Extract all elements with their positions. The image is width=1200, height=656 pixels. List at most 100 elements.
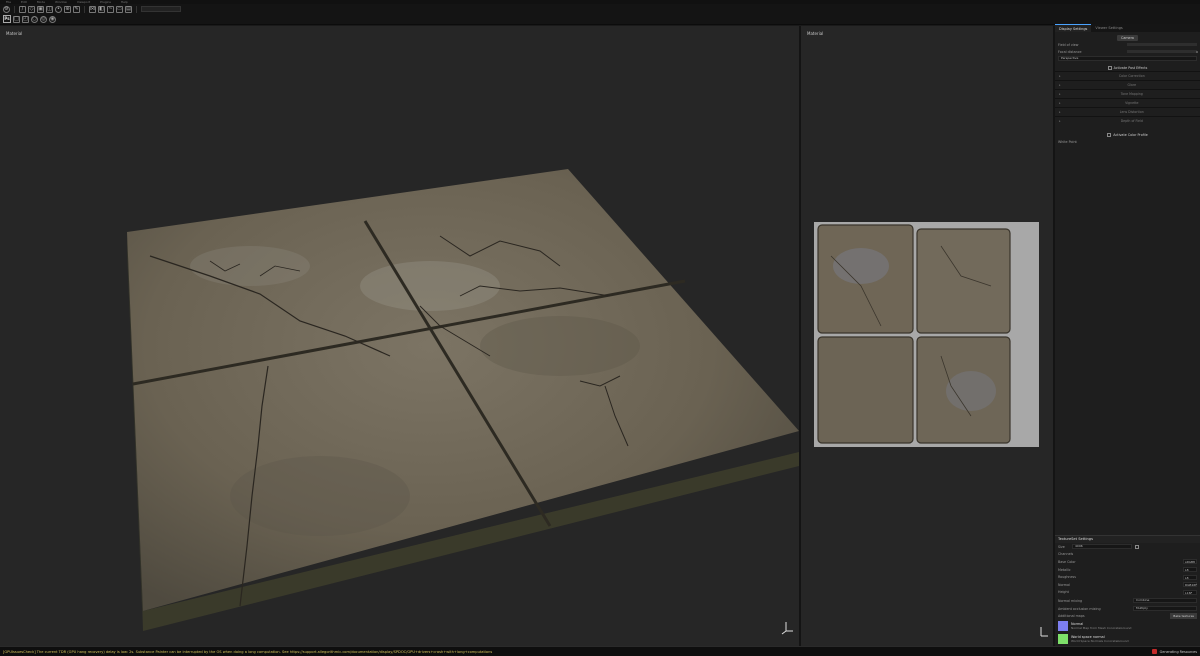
size-link-icon[interactable] bbox=[1135, 544, 1139, 549]
focal-distance-slider[interactable] bbox=[1127, 50, 1197, 53]
expand-arrow-icon: ▸ bbox=[1059, 101, 1061, 105]
field-of-view-row: Field of view bbox=[1055, 41, 1200, 48]
solo-icon[interactable]: □ bbox=[13, 15, 20, 23]
projection-icon[interactable]: ▣ bbox=[37, 5, 44, 13]
brush-size-field[interactable] bbox=[141, 6, 181, 12]
viewport-2d[interactable]: Material bbox=[801, 26, 1053, 646]
channel-format-select[interactable]: RGB16F bbox=[1183, 582, 1197, 588]
status-bar: [GPUIssuesCheck] The current TDR (GPU ha… bbox=[0, 646, 1200, 656]
color-profile-checkbox[interactable] bbox=[1107, 132, 1112, 137]
ao-mixing-label: Ambient occlusion mixing bbox=[1058, 606, 1101, 611]
channel-row: Height L16F bbox=[1055, 589, 1200, 597]
map-item-world-space-normal[interactable]: World space normal World Space Normals C… bbox=[1055, 633, 1200, 645]
world-normal-map-swatch bbox=[1058, 633, 1068, 644]
render-icon[interactable]: ◉ bbox=[49, 15, 56, 23]
channel-row: Metallic L8 bbox=[1055, 566, 1200, 574]
normal-mixing-row: Normal mixing Combine bbox=[1055, 597, 1200, 605]
section-color-correction[interactable]: ▸ Color Correction bbox=[1055, 71, 1200, 80]
additional-maps-row: Additional maps Bake textures bbox=[1055, 612, 1200, 620]
post-effects-row: Activate Post Effects bbox=[1055, 64, 1200, 71]
expand-arrow-icon: ▸ bbox=[1059, 110, 1061, 114]
expand-arrow-icon: ▸ bbox=[1059, 119, 1061, 123]
material-mode-icon[interactable]: ◰ bbox=[22, 15, 29, 23]
channel-row: Normal RGB16F bbox=[1058, 582, 1198, 588]
expand-arrow-icon: ▸ bbox=[1059, 92, 1061, 96]
channel-row: Base Color sRGB8 bbox=[1055, 558, 1200, 566]
ao-mixing-row: Ambient occlusion mixing Multiply bbox=[1055, 605, 1200, 613]
map-item-normal[interactable]: Normal Normal Map from Mesh ConcreteGrou… bbox=[1055, 620, 1200, 633]
mirror-icon[interactable]: ◧ bbox=[98, 5, 105, 13]
axis-gizmo-icon bbox=[781, 622, 793, 635]
polygon-fill-icon[interactable]: ◫ bbox=[46, 5, 53, 13]
size-select[interactable]: 4096 bbox=[1072, 544, 1132, 550]
field-of-view-slider[interactable] bbox=[1127, 43, 1197, 46]
clone-icon[interactable]: ⊕ bbox=[64, 5, 71, 13]
post-effects-label: Activate Post Effects bbox=[1113, 65, 1148, 70]
normal-mixing-label: Normal mixing bbox=[1058, 598, 1083, 603]
camera-button[interactable]: Camera bbox=[1117, 34, 1138, 41]
projection-row: Perspective bbox=[1055, 55, 1200, 62]
post-effects-checkbox[interactable] bbox=[1107, 65, 1112, 70]
tab-display-settings[interactable]: Display Settings bbox=[1055, 24, 1092, 32]
color-profile-label: Activate Color Profile bbox=[1113, 132, 1148, 137]
symmetry-icon[interactable]: ⋈ bbox=[89, 5, 96, 13]
effect-sections: ▸ Color Correction ▸ Glare ▸ Tone Mapping ▸… bbox=[1055, 71, 1200, 125]
ao-mixing-select[interactable]: Multiply bbox=[1133, 606, 1197, 612]
expand-arrow-icon: ▸ bbox=[1059, 83, 1061, 87]
status-task-label: Generating Resources bbox=[1159, 649, 1197, 654]
screenshot-icon[interactable]: ▤ bbox=[125, 5, 132, 13]
uv-texture-preview bbox=[814, 222, 1048, 637]
channel-format-select[interactable]: L16F bbox=[1183, 589, 1197, 595]
textureset-title: TextureSet Settings bbox=[1055, 535, 1200, 543]
section-glare[interactable]: ▸ Glare bbox=[1055, 80, 1200, 89]
section-tone-mapping[interactable]: ▸ Tone Mapping bbox=[1055, 89, 1200, 98]
channel-format-select[interactable]: L8 bbox=[1183, 567, 1197, 573]
toolbar-divider bbox=[136, 5, 137, 13]
toolbar-divider bbox=[84, 5, 85, 13]
toolbar-secondary: Ps □ ◰ ○ ◎ ◉ bbox=[0, 14, 1200, 25]
color-profile-row: Activate Color Profile bbox=[1055, 131, 1200, 138]
paint-brush-icon[interactable]: / bbox=[19, 5, 26, 13]
normal-map-swatch bbox=[1058, 621, 1068, 632]
projection-select[interactable]: Perspective bbox=[1058, 56, 1197, 61]
viewport-3d[interactable]: Material bbox=[0, 26, 799, 646]
focal-distance-label: Focal distance bbox=[1058, 49, 1082, 54]
section-lens-distortion[interactable]: ▸ Lens Distortion bbox=[1055, 107, 1200, 116]
uv-axis-icon bbox=[1040, 627, 1048, 637]
channel-format-select[interactable]: sRGB8 bbox=[1183, 559, 1197, 565]
white-point-label: White Point bbox=[1058, 139, 1077, 144]
eraser-icon[interactable]: ◇ bbox=[28, 5, 35, 13]
toolbar-main: ⚙ / ◇ ▣ ◫ • ⊕ ✎ ⋈ ◧ ~ ▭ ▤ bbox=[0, 4, 1200, 14]
status-message[interactable]: [GPUIssuesCheck] The current TDR (GPU ha… bbox=[3, 650, 1152, 654]
bake-textures-button[interactable]: Bake textures bbox=[1170, 613, 1197, 620]
camera-icon[interactable]: ▭ bbox=[116, 5, 123, 13]
busy-indicator-icon bbox=[1151, 649, 1157, 654]
field-of-view-label: Field of view bbox=[1058, 42, 1079, 47]
size-label: Size bbox=[1058, 544, 1065, 549]
expand-arrow-icon: ▸ bbox=[1059, 74, 1061, 78]
camera-row: Camera bbox=[1055, 34, 1200, 41]
panel-tabs: Display Settings Viewer Settings bbox=[1055, 24, 1200, 32]
section-vignette[interactable]: ▸ Vignette bbox=[1055, 98, 1200, 107]
channel-row: Roughness L8 bbox=[1055, 573, 1200, 581]
normal-mixing-select[interactable]: Combine bbox=[1133, 598, 1197, 604]
channels-header: Channels bbox=[1058, 552, 1074, 557]
photoshop-export-icon[interactable]: Ps bbox=[3, 15, 11, 23]
settings-icon[interactable]: ⚙ bbox=[3, 5, 10, 13]
material-picker-icon[interactable]: ✎ bbox=[73, 5, 80, 13]
size-row: Size 4096 bbox=[1055, 543, 1200, 551]
white-point-row: White Point bbox=[1055, 138, 1200, 145]
toolbar-divider bbox=[14, 5, 15, 13]
channel-format-select[interactable]: L8 bbox=[1183, 574, 1197, 580]
lazy-mouse-icon[interactable]: ~ bbox=[107, 5, 114, 13]
concrete-tile-mesh bbox=[127, 169, 799, 635]
additional-maps-label: Additional maps bbox=[1058, 614, 1085, 619]
environment-icon[interactable]: ◎ bbox=[40, 15, 47, 23]
textureset-settings-panel: TextureSet Settings Size 4096 Channels B… bbox=[1055, 535, 1200, 645]
section-depth-of-field[interactable]: ▸ Depth of Field bbox=[1055, 116, 1200, 125]
sphere-icon[interactable]: ○ bbox=[31, 15, 38, 23]
tab-viewer-settings[interactable]: Viewer Settings bbox=[1091, 24, 1126, 32]
status-task: Generating Resources bbox=[1151, 649, 1200, 654]
smudge-icon[interactable]: • bbox=[55, 5, 62, 13]
focal-distance-row: Focal distance 0 bbox=[1055, 48, 1200, 55]
